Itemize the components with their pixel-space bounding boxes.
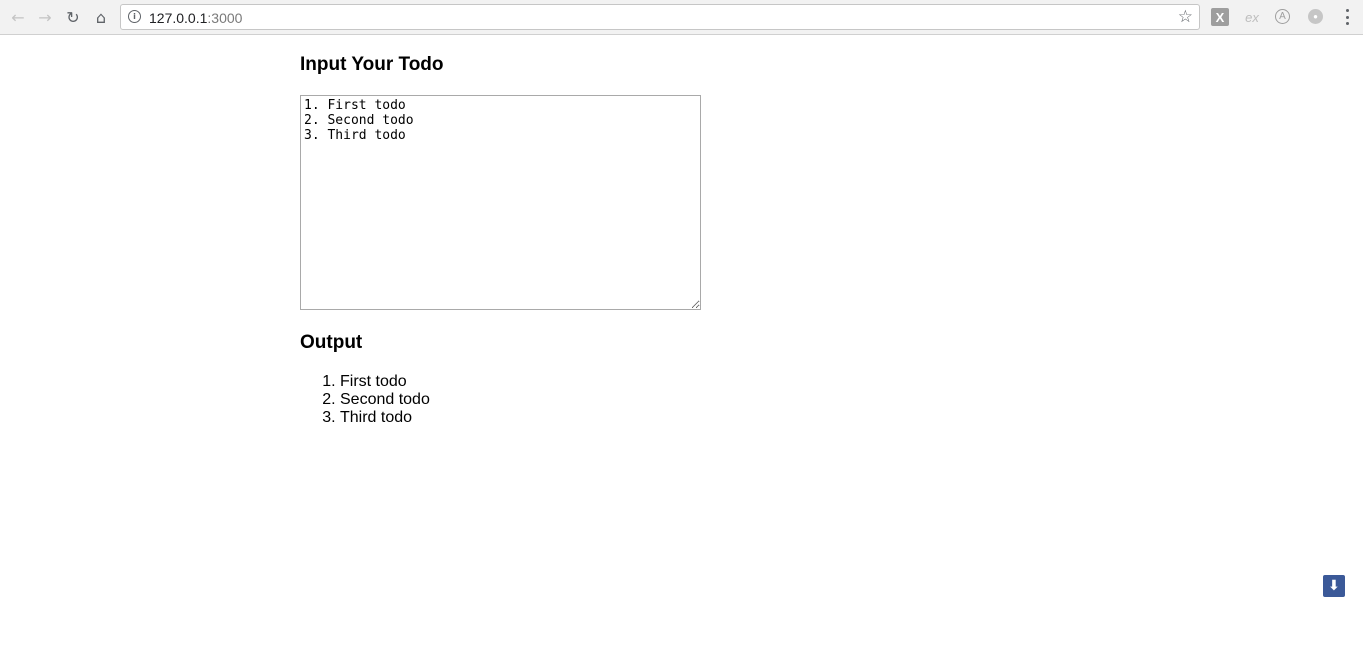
extension-x-icon[interactable]: X [1211, 8, 1229, 26]
back-icon[interactable]: ← [6, 6, 30, 28]
browser-toolbar: ← → ↻ ⌂ i 127.0.0.1:3000 ☆ X ex A ● [0, 0, 1363, 35]
url-text: 127.0.0.1:3000 [149, 10, 243, 26]
extension-ex-icon[interactable]: ex [1243, 8, 1261, 26]
download-arrow-icon[interactable]: ⬇ [1323, 575, 1345, 597]
reload-icon[interactable]: ↻ [61, 6, 85, 28]
input-heading: Input Your Todo [300, 54, 444, 75]
info-icon[interactable]: i [128, 10, 141, 23]
browser-menu-icon[interactable] [1340, 8, 1354, 26]
extension-m-icon[interactable]: ● [1308, 9, 1323, 24]
output-list: First todo Second todo Third todo [300, 373, 430, 427]
bookmark-star-icon[interactable]: ☆ [1178, 7, 1193, 27]
todo-textarea[interactable] [300, 95, 701, 310]
output-heading: Output [300, 332, 363, 353]
extension-a-icon[interactable]: A [1275, 9, 1290, 24]
address-bar[interactable]: i 127.0.0.1:3000 ☆ [120, 4, 1200, 30]
list-item: First todo [340, 373, 430, 391]
home-icon[interactable]: ⌂ [89, 6, 113, 28]
list-item: Second todo [340, 391, 430, 409]
forward-icon[interactable]: → [33, 6, 57, 28]
list-item: Third todo [340, 409, 430, 427]
